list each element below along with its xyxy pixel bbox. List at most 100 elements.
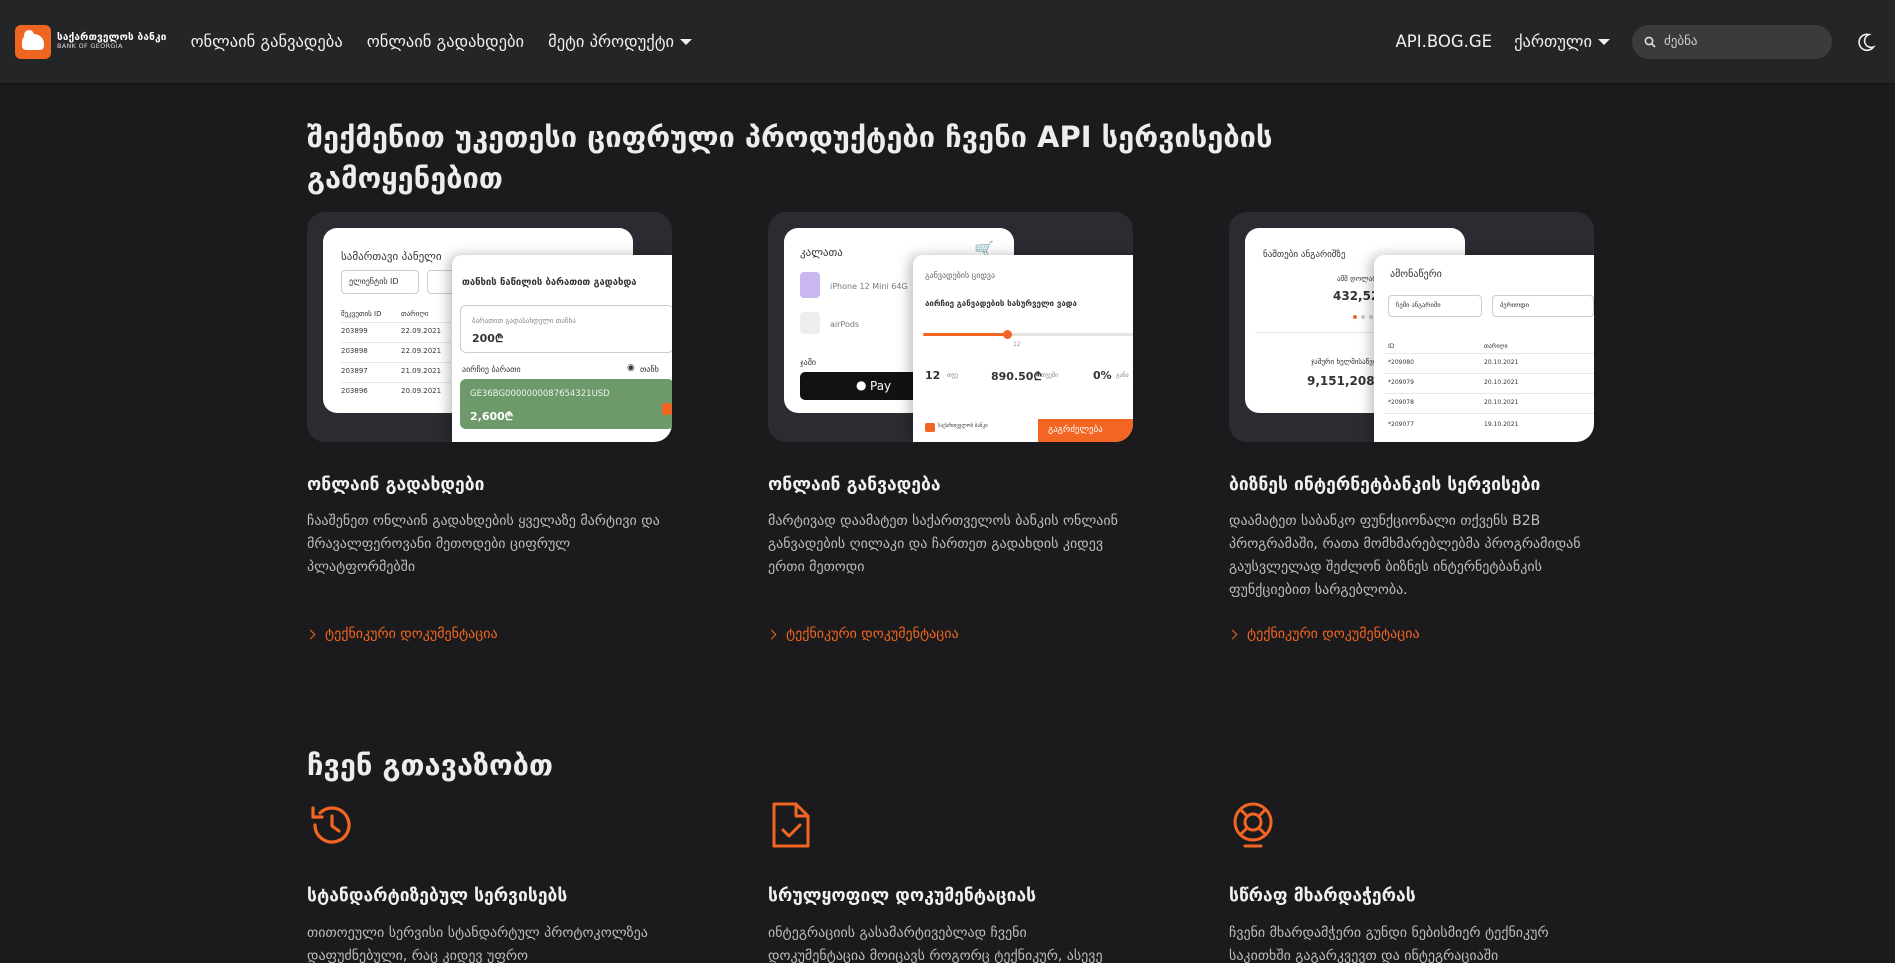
online-installment-mockup: კალათა 🛒 iPhone 12 Mini 64G airPods ჯამი… (768, 212, 1133, 442)
feature-description: ინტეგრაციის გასამარტივებლად ჩვენი დოკუმე… (768, 925, 1103, 963)
language-label: ქართული (1514, 32, 1592, 51)
mock-row-date: 20.09.2021 (401, 387, 442, 395)
mock-panel-title: სამართავი პანელი (341, 250, 442, 263)
bank-logo[interactable]: საქართველოს ბანკი BANK OF GEORGIA (15, 24, 167, 59)
lion-logo-icon (15, 24, 51, 59)
nav-more-products-label: მეტი პროდუქტი (548, 32, 675, 51)
mock-installment-sub: აირჩიე განვადების სასურველი ვადა (925, 299, 1077, 308)
online-payments-mockup: სამართავი პანელი ელიენტის ID შეკვეთის ID… (307, 212, 672, 442)
chevron-right-icon (305, 629, 316, 639)
dark-mode-toggle[interactable] (1852, 28, 1880, 56)
nav-online-installment[interactable]: ონლაინ განვადება (191, 32, 343, 51)
business-banking-mockup: ნაშთები ანგარიშზე აშშ დოლარი 432,521.50 … (1229, 212, 1594, 442)
mock-row-id: *209077 (1388, 421, 1414, 428)
apple-pay-button: Pay ● (800, 372, 930, 400)
mock-card-label: აირჩიე ბარათი (462, 365, 521, 374)
mock-row-id: 203898 (341, 347, 368, 355)
top-navbar: საქართველოს ბანკი BANK OF GEORGIA ონლაინ… (0, 0, 1895, 83)
mock-continue-label: გაგრძელება (1048, 425, 1103, 435)
search-icon (1644, 36, 1656, 48)
mock-col-date: თარიღი (1484, 343, 1508, 350)
mock-item-1: iPhone 12 Mini 64G (830, 282, 908, 291)
search-input[interactable] (1664, 34, 1814, 49)
tech-docs-link[interactable]: ტექნიკური დოკუმენტაცია (1227, 626, 1594, 642)
feature-standardized-services: სტანდარტიზებულ სერვისებს თითოეული სერვის… (307, 800, 687, 963)
card-title: ონლაინ განვადება (768, 475, 941, 495)
offer-section-title: ჩვენ გთავაზობთ (307, 748, 553, 782)
mock-rate: 0% (1093, 369, 1112, 382)
mock-bank-logo-icon (925, 423, 935, 432)
chevron-right-icon (766, 629, 777, 639)
feature-title: სტანდარტიზებულ სერვისებს (307, 886, 568, 906)
mock-input-label: ელიენტის ID (349, 277, 399, 286)
airpods-thumbnail (800, 312, 820, 334)
feature-full-documentation: სრულყოფილ დოკუმენტაციას ინტეგრაციის გასა… (768, 800, 1148, 963)
nav-api-link[interactable]: API.BOG.GE (1395, 32, 1492, 51)
product-card-business-banking: ნაშთები ანგარიშზე აშშ დოლარი 432,521.50 … (1227, 212, 1594, 642)
mock-monthly-unit: თვეში (1041, 372, 1059, 379)
mock-term-unit: თვე (947, 372, 958, 379)
mock-term-slider (923, 330, 1133, 339)
nav-online-payments[interactable]: ონლაინ გადახდები (367, 32, 524, 51)
installment-modal-mockup: განვადების ციდვა აირჩიე განვადების სასურ… (913, 255, 1133, 442)
mock-row-date: 20.10.2021 (1484, 359, 1519, 366)
apple-icon: ● (856, 378, 867, 392)
tech-docs-link[interactable]: ტექნიკური დოკუმენტაცია (305, 626, 672, 642)
chevron-down-icon (680, 38, 693, 45)
mock-row-date: 19.10.2021 (1484, 421, 1519, 428)
document-check-icon (772, 802, 810, 848)
mock-row-id: *209080 (1388, 359, 1414, 366)
chevron-right-icon (1227, 629, 1238, 639)
feature-description: ჩვენი მხარდამჭერი გუნდი ნებისმიერ ტექნიკ… (1229, 925, 1549, 963)
mock-account-select: ჩემი ანგარიში (1396, 301, 1441, 309)
mock-bank-card: GE36BG0000000087654321USD 2,600₾ (460, 379, 672, 429)
search-box[interactable] (1632, 24, 1832, 59)
tech-docs-link[interactable]: ტექნიკური დოკუმენტაცია (766, 626, 1133, 642)
iphone-thumbnail (800, 272, 820, 298)
mock-iban: GE36BG0000000087654321USD (470, 389, 610, 399)
mock-monthly: 890.50₾ (991, 370, 1042, 383)
history-icon (311, 806, 351, 844)
mock-amount-value: 200₾ (472, 332, 504, 345)
mock-bank-name: საქართველოს ბანკი (938, 423, 988, 429)
mock-col-id: ID (1388, 343, 1395, 350)
mock-row-date: 22.09.2021 (401, 327, 442, 335)
card-description: დაამატეთ საბანკო ფუნქციონალი თქვენს B2B … (1229, 513, 1581, 598)
mock-row-date: 20.10.2021 (1484, 399, 1519, 406)
card-title: ბიზნეს ინტერნეტბანკის სერვისები (1229, 475, 1541, 495)
tech-docs-label: ტექნიკური დოკუმენტაცია (325, 626, 498, 642)
mock-row-id: 203899 (341, 327, 368, 335)
page-title: შექმენით უკეთესი ციფრული პროდუქტები ჩვენ… (307, 120, 1273, 195)
mock-continue-button: გაგრძელება (1038, 419, 1133, 442)
mock-rate-unit: განა (1116, 372, 1129, 379)
logo-text-english: BANK OF GEORGIA (57, 42, 123, 51)
product-card-online-installment: კალათა 🛒 iPhone 12 Mini 64G airPods ჯამი… (766, 212, 1133, 642)
moon-icon (1858, 32, 1876, 51)
mock-balances-title: ნაშთები ანგარიშზე (1263, 250, 1346, 260)
tech-docs-label: ტექნიკური დოკუმენტაცია (1247, 626, 1420, 642)
mock-row-id: *209079 (1388, 379, 1414, 386)
mock-slider-value: 12 (1013, 341, 1021, 348)
mock-statement-title: ამონაწერი (1390, 269, 1442, 280)
language-dropdown[interactable]: ქართული (1514, 32, 1610, 51)
mock-row-date: 20.10.2021 (1484, 379, 1519, 386)
mock-row-id: 203897 (341, 367, 368, 375)
card-payment-modal-mockup: თანხის ნაწილის ბარათით გადახდა ბარათით გ… (452, 255, 672, 442)
nav-more-products[interactable]: მეტი პროდუქტი (548, 32, 693, 51)
mock-card-hint: თანხ (640, 365, 659, 374)
feature-description: თითოეული სერვისი სტანდარტულ პროტოკოლზეა … (307, 925, 648, 963)
mock-item-2: airPods (830, 320, 860, 329)
feature-title: სწრაფ მხარდაჭერას (1229, 886, 1416, 906)
card-description: მარტივად დაამატეთ საქართველოს ბანკის ონლ… (768, 513, 1118, 575)
feature-title: სრულყოფილ დოკუმენტაციას (768, 886, 1037, 906)
mock-col-order: შეკვეთის ID (341, 310, 382, 318)
apple-pay-label: Pay (870, 379, 892, 393)
product-card-online-payments: სამართავი პანელი ელიენტის ID შეკვეთის ID… (305, 212, 672, 642)
mock-period-select: პერიოდი (1500, 301, 1529, 309)
feature-fast-support: სწრაფ მხარდაჭერას ჩვენი მხარდამჭერი გუნდ… (1229, 800, 1609, 963)
statement-panel-mockup: ამონაწერი ჩემი ანგარიში პერიოდი ID თარიღ… (1374, 255, 1594, 442)
mock-row-id: *209078 (1388, 399, 1414, 406)
mock-installment-title: განვადების ციდვა (925, 271, 996, 280)
eye-off-icon: ◉ (627, 363, 635, 373)
mock-col-date: თარიღი (401, 310, 429, 318)
